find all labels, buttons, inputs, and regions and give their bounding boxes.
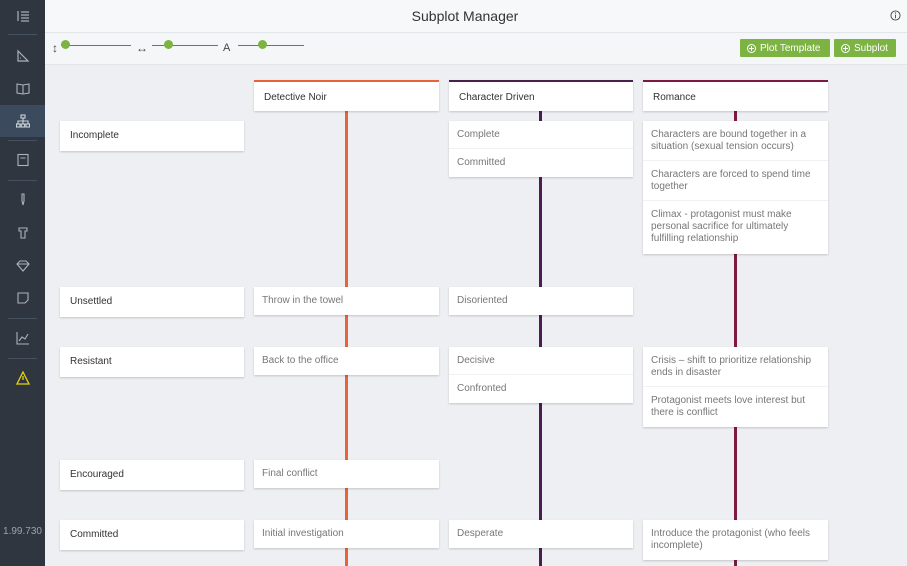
sidebar-item-writing[interactable] xyxy=(0,184,45,216)
sidebar-item-notes[interactable] xyxy=(0,282,45,314)
slider-track xyxy=(61,45,131,46)
slider-knob[interactable] xyxy=(164,40,173,49)
plot-template-button[interactable]: Plot Template xyxy=(740,39,830,57)
plot-point[interactable]: Back to the office xyxy=(254,347,439,375)
sidebar-item-world[interactable] xyxy=(0,217,45,249)
slider-track xyxy=(152,45,218,46)
plot-point[interactable]: Protagonist meets love interest but ther… xyxy=(643,387,828,427)
row-header-encouraged[interactable]: Encouraged xyxy=(60,460,244,490)
sidebar-item-structure[interactable] xyxy=(0,40,45,72)
plot-point[interactable]: Characters are bound together in a situa… xyxy=(643,121,828,161)
cell-character-driven-committed[interactable]: Desperate xyxy=(449,520,633,548)
sidebar-item-notebook[interactable] xyxy=(0,144,45,176)
note-icon xyxy=(16,292,29,304)
castle-icon xyxy=(17,227,28,239)
row-header-unsettled[interactable]: Unsettled xyxy=(60,287,244,317)
cell-character-driven-unsettled[interactable]: Disoriented xyxy=(449,287,633,315)
row-height-slider[interactable] xyxy=(61,40,131,52)
ruler-icon xyxy=(16,49,29,62)
add-circle-icon xyxy=(841,43,850,53)
notebook-icon xyxy=(16,153,29,167)
warning-icon xyxy=(15,371,30,385)
column-width-icon: ↔ xyxy=(136,41,148,55)
plot-point[interactable]: Characters are forced to spend time toge… xyxy=(643,161,828,201)
sidebar-divider xyxy=(8,318,37,319)
sidebar-item-outline[interactable] xyxy=(0,0,45,32)
sidebar: 1.99.730 xyxy=(0,0,45,566)
sidebar-divider xyxy=(8,358,37,359)
sidebar-item-warnings[interactable] xyxy=(0,362,45,394)
font-size-slider[interactable] xyxy=(238,40,304,52)
sidebar-divider xyxy=(8,140,37,141)
sidebar-item-book[interactable] xyxy=(0,72,45,104)
plot-point[interactable]: Complete xyxy=(449,121,633,149)
plot-point[interactable]: Desperate xyxy=(449,520,633,548)
cell-detective-noir-resistant[interactable]: Back to the office xyxy=(254,347,439,375)
sidebar-item-subplots[interactable] xyxy=(0,105,45,137)
plot-point[interactable]: Committed xyxy=(449,149,633,177)
title-bar: Subplot Manager xyxy=(45,0,907,33)
sidebar-item-ideas[interactable] xyxy=(0,250,45,282)
slider-knob[interactable] xyxy=(258,40,267,49)
toolbar: ↕ ↔ A Plot Template Subplot xyxy=(45,33,907,65)
page-title: Subplot Manager xyxy=(411,8,519,24)
row-header-committed[interactable]: Committed xyxy=(60,520,244,550)
column-header-romance[interactable]: Romance xyxy=(643,80,828,111)
font-size-icon: A xyxy=(223,42,231,54)
subplot-line-detective-noir xyxy=(345,110,348,566)
cell-character-driven-incomplete[interactable]: Complete Committed xyxy=(449,121,633,177)
add-subplot-button[interactable]: Subplot xyxy=(834,39,896,57)
cell-detective-noir-unsettled[interactable]: Throw in the towel xyxy=(254,287,439,315)
row-header-resistant[interactable]: Resistant xyxy=(60,347,244,377)
row-header-incomplete[interactable]: Incomplete xyxy=(60,121,244,151)
hierarchy-icon xyxy=(15,114,30,128)
cell-detective-noir-encouraged[interactable]: Final conflict xyxy=(254,460,439,488)
pen-icon xyxy=(20,193,25,206)
slider-track xyxy=(238,45,304,46)
cell-romance-committed[interactable]: Introduce the protagonist (who feels inc… xyxy=(643,520,828,560)
cell-character-driven-resistant[interactable]: Decisive Confronted xyxy=(449,347,633,403)
chart-icon xyxy=(15,332,29,345)
slider-knob[interactable] xyxy=(61,40,70,49)
plot-point[interactable]: Climax - protagonist must make personal … xyxy=(643,201,828,254)
cell-romance-resistant[interactable]: Crisis – shift to prioritize relationshi… xyxy=(643,347,828,427)
sidebar-item-stats[interactable] xyxy=(0,322,45,354)
version-label: 1.99.730 xyxy=(3,526,42,537)
plot-point[interactable]: Initial investigation xyxy=(254,520,439,548)
plot-point[interactable]: Confronted xyxy=(449,375,633,403)
cell-detective-noir-committed[interactable]: Initial investigation xyxy=(254,520,439,548)
column-header-character-driven[interactable]: Character Driven xyxy=(449,80,633,111)
plot-point[interactable]: Final conflict xyxy=(254,460,439,488)
gem-icon xyxy=(15,260,30,272)
plot-point[interactable]: Throw in the towel xyxy=(254,287,439,315)
outline-list-icon xyxy=(16,11,29,22)
column-header-detective-noir[interactable]: Detective Noir xyxy=(254,80,439,111)
add-circle-icon xyxy=(747,43,756,53)
cell-romance-incomplete[interactable]: Characters are bound together in a situa… xyxy=(643,121,828,254)
row-height-icon: ↕ xyxy=(52,41,58,55)
plot-point[interactable]: Crisis – shift to prioritize relationshi… xyxy=(643,347,828,387)
info-icon[interactable] xyxy=(890,10,901,21)
sidebar-divider xyxy=(8,34,37,35)
plot-point[interactable]: Disoriented xyxy=(449,287,633,315)
sidebar-divider xyxy=(8,180,37,181)
column-width-slider[interactable] xyxy=(152,40,218,52)
plot-point[interactable]: Decisive xyxy=(449,347,633,375)
plot-point[interactable]: Introduce the protagonist (who feels inc… xyxy=(643,520,828,560)
subplot-line-character-driven xyxy=(539,110,542,566)
book-icon xyxy=(15,83,30,95)
